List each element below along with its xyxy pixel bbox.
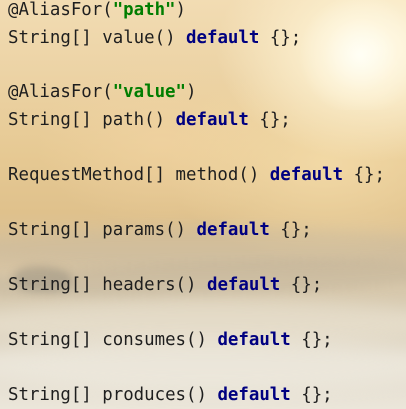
type-name: RequestMethod[] bbox=[8, 165, 166, 185]
default-value: {}; bbox=[301, 385, 333, 405]
method-name: headers() bbox=[102, 275, 197, 295]
keyword-default: default bbox=[196, 220, 270, 240]
keyword-default: default bbox=[269, 165, 344, 185]
default-value: {}; bbox=[353, 165, 385, 185]
type-name: String[] bbox=[8, 220, 92, 240]
sun-glow bbox=[300, 0, 406, 110]
method-name: path() bbox=[102, 110, 166, 130]
keyword-default: default bbox=[217, 385, 291, 405]
keyword-default: default bbox=[175, 110, 249, 130]
default-value: {}; bbox=[290, 275, 323, 295]
keyword-default: default bbox=[206, 275, 281, 295]
default-value: {}; bbox=[269, 28, 302, 48]
default-value: {}; bbox=[280, 220, 312, 240]
default-value: {}; bbox=[259, 110, 291, 130]
default-value: {}; bbox=[301, 330, 333, 350]
code-line-consumes: String[] consumes() default {}; bbox=[8, 328, 333, 352]
code-line-produces: String[] produces() default {}; bbox=[8, 383, 333, 407]
code-line-alias-path: @AliasFor("path") bbox=[8, 0, 186, 22]
code-line-value: String[] value() default {}; bbox=[8, 26, 301, 50]
method-name: value() bbox=[102, 28, 176, 48]
type-name: String[] bbox=[8, 330, 92, 350]
annotation-close: ) bbox=[186, 82, 197, 102]
annotation-text: @AliasFor( bbox=[8, 0, 113, 20]
type-name: String[] bbox=[8, 28, 92, 48]
string-literal: "path" bbox=[112, 0, 176, 20]
type-name: String[] bbox=[8, 385, 92, 405]
string-literal: "value" bbox=[112, 82, 186, 102]
type-name: String[] bbox=[8, 110, 92, 130]
code-line-alias-value: @AliasFor("value") bbox=[8, 80, 196, 104]
code-line-path: String[] path() default {}; bbox=[8, 108, 291, 132]
method-name: consumes() bbox=[102, 330, 207, 350]
code-line-method: RequestMethod[] method() default {}; bbox=[8, 163, 385, 187]
annotation-text: @AliasFor( bbox=[8, 82, 113, 102]
method-name: produces() bbox=[102, 385, 207, 405]
type-name: String[] bbox=[8, 275, 92, 295]
method-name: method() bbox=[175, 165, 260, 185]
code-editor-text[interactable]: @AliasFor("path") String[] value() defau… bbox=[8, 0, 385, 405]
code-line-params: String[] params() default {}; bbox=[8, 218, 312, 242]
keyword-default: default bbox=[186, 28, 260, 48]
keyword-default: default bbox=[217, 330, 291, 350]
method-name: params() bbox=[102, 220, 187, 240]
code-line-headers: String[] headers() default {}; bbox=[8, 273, 322, 297]
annotation-close: ) bbox=[175, 0, 187, 20]
